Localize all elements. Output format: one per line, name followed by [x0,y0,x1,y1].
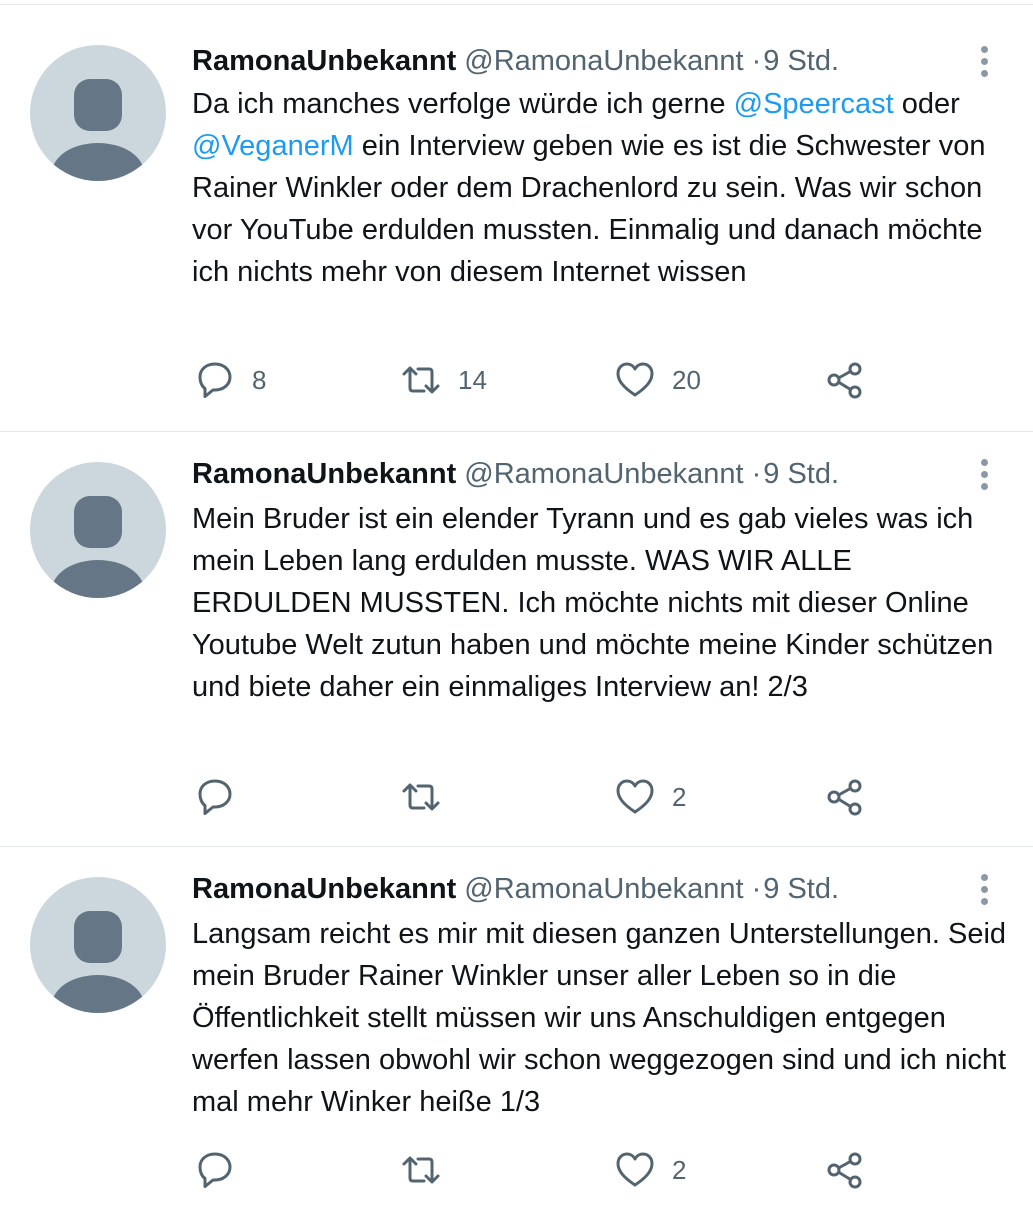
retweet-icon [402,366,440,394]
more-dot-icon [980,69,988,77]
avatar[interactable] [30,877,166,1013]
reply-button[interactable] [192,774,252,820]
reply-icon [198,362,232,398]
like-button[interactable]: 2 [612,1147,686,1193]
tweet-header: RamonaUnbekannt @RamonaUnbekannt ·9 Std. [192,454,839,494]
separator-dot: · [751,45,762,77]
display-name[interactable]: RamonaUnbekannt [192,458,456,490]
mention-link[interactable]: @VeganerM [192,130,354,162]
heart-icon [616,1152,654,1187]
more-dot-icon [980,897,988,905]
timestamp[interactable]: 9 Std. [763,458,839,490]
tweet-text: Mein Bruder ist ein elender Tyrann und e… [192,503,994,703]
tweet-text-segment: oder [893,88,960,120]
retweet-icon [402,783,440,811]
separator-dot: · [751,873,762,905]
default-profile-icon [52,79,144,181]
tweet-actions: 8 14 20 [192,357,912,403]
share-button[interactable] [822,1147,868,1193]
tweet-text: Da ich manches verfolge würde ich gerne … [192,83,1012,293]
display-name[interactable]: RamonaUnbekannt [192,45,456,77]
reply-button[interactable] [192,1147,252,1193]
default-profile-icon [52,496,144,598]
reply-button[interactable]: 8 [192,357,266,403]
share-icon [827,779,862,816]
user-handle[interactable]: @RamonaUnbekannt [464,873,743,905]
retweet-count: 14 [458,365,487,395]
more-dot-icon [980,470,988,478]
share-icon [827,1152,862,1189]
user-handle[interactable]: @RamonaUnbekannt [464,45,743,77]
more-dot-icon [980,57,988,65]
more-dot-icon [980,45,988,53]
tweet[interactable]: RamonaUnbekannt @RamonaUnbekannt ·9 Std. L… [0,846,1033,1207]
separator-dot: · [751,458,762,490]
retweet-button[interactable] [398,1147,458,1193]
tweet-actions: 2 [192,1147,912,1193]
more-options-button[interactable] [968,454,1000,494]
tweet-feed: RamonaUnbekannt @RamonaUnbekannt ·9 Std. D… [0,0,1033,1200]
tweet-header: RamonaUnbekannt @RamonaUnbekannt ·9 Std. [192,869,839,909]
avatar[interactable] [30,462,166,598]
like-count: 2 [672,1155,687,1185]
heart-icon [616,779,654,814]
tweet[interactable]: RamonaUnbekannt @RamonaUnbekannt ·9 Std. D… [0,4,1033,432]
default-profile-icon [52,911,144,1013]
share-button[interactable] [822,774,868,820]
more-dot-icon [980,873,988,881]
timestamp[interactable]: 9 Std. [763,873,839,905]
timestamp[interactable]: 9 Std. [763,45,839,77]
reply-icon [198,779,232,815]
more-options-button[interactable] [968,41,1000,81]
share-button[interactable] [822,357,868,403]
mention-link[interactable]: @Speercast [734,88,894,120]
more-options-button[interactable] [968,869,1000,909]
tweet-text-segment: Da ich manches verfolge würde ich gerne [192,88,734,120]
tweet-header: RamonaUnbekannt @RamonaUnbekannt ·9 Std. [192,41,839,81]
more-dot-icon [980,482,988,490]
retweet-button[interactable] [398,774,458,820]
more-dot-icon [980,458,988,466]
retweet-button[interactable]: 14 [398,357,487,403]
display-name[interactable]: RamonaUnbekannt [192,873,456,905]
tweet-actions: 2 [192,774,912,820]
reply-icon [198,1152,232,1188]
reply-count: 8 [252,365,267,395]
avatar[interactable] [30,45,166,181]
retweet-icon [402,1156,440,1184]
like-button[interactable]: 20 [612,357,701,403]
user-handle[interactable]: @RamonaUnbekannt [464,458,743,490]
more-dot-icon [980,885,988,893]
heart-icon [616,362,654,397]
like-count: 2 [672,782,687,812]
share-icon [827,362,862,399]
like-button[interactable]: 2 [612,774,686,820]
tweet[interactable]: RamonaUnbekannt @RamonaUnbekannt ·9 Std. M… [0,431,1033,847]
tweet-text: Langsam reicht es mir mit diesen ganzen … [192,918,1007,1118]
like-count: 20 [672,365,701,395]
